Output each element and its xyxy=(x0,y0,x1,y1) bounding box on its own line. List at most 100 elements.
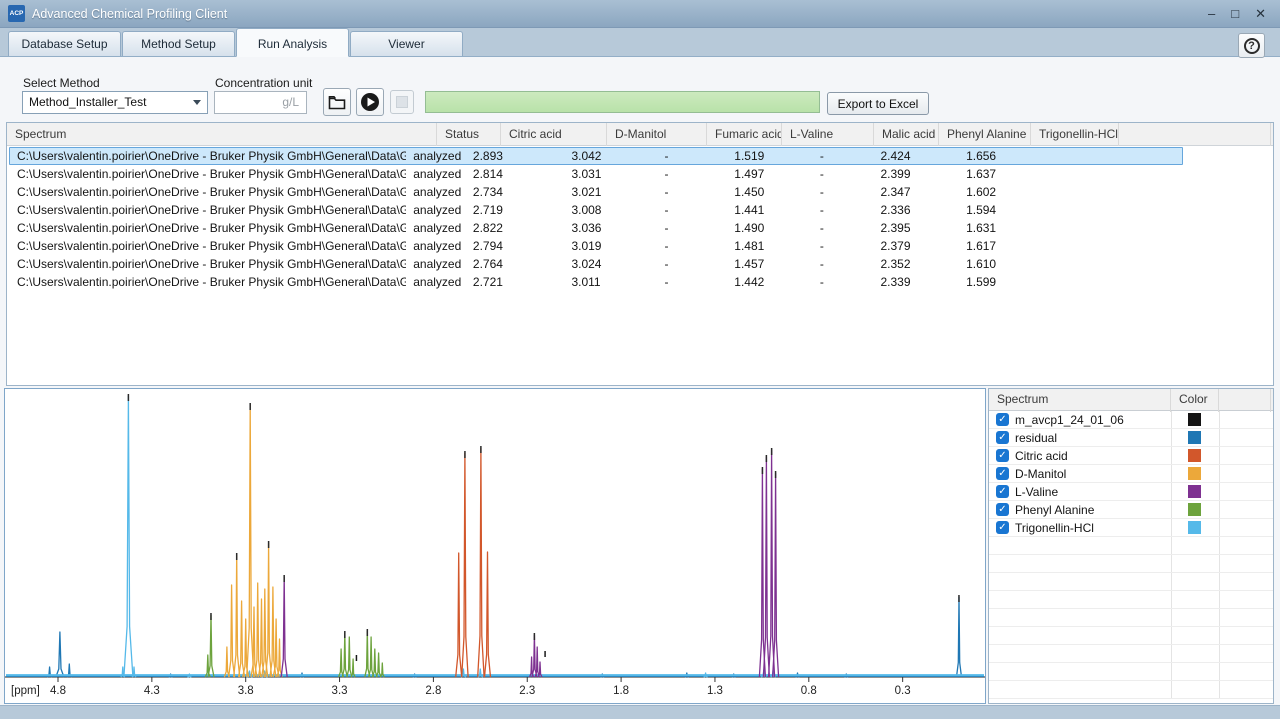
peak xyxy=(535,647,539,677)
table-row[interactable]: C:\Users\valentin.poirier\OneDrive - Bru… xyxy=(9,147,1183,165)
checkbox-checked-icon[interactable]: ✓ xyxy=(996,449,1009,462)
table-cell: 3.008 xyxy=(564,202,657,218)
stop-button[interactable] xyxy=(390,90,414,114)
spectrum-chart[interactable]: 4.84.33.83.32.82.31.81.30.80.3[ppm] xyxy=(5,389,985,703)
checkbox-checked-icon[interactable]: ✓ xyxy=(996,431,1009,444)
maximize-icon[interactable]: □ xyxy=(1231,0,1239,28)
table-cell: 1.457 xyxy=(727,256,813,272)
table-cell: analyzed xyxy=(406,238,466,254)
legend-column-header-color[interactable]: Color xyxy=(1171,389,1219,412)
table-cell: 1.519 xyxy=(727,148,813,164)
legend-row[interactable]: ✓Trigonellin-HCl xyxy=(989,519,1273,537)
open-folder-button[interactable] xyxy=(323,88,351,116)
checkbox-checked-icon[interactable]: ✓ xyxy=(996,413,1009,426)
column-header-citric-acid[interactable]: Citric acid xyxy=(501,123,607,146)
table-cell: 2.822 xyxy=(466,220,565,236)
legend-column-header-spectrum[interactable]: Spectrum xyxy=(989,389,1171,412)
peak xyxy=(234,555,240,677)
table-row[interactable]: C:\Users\valentin.poirier\OneDrive - Bru… xyxy=(9,237,1183,255)
column-header-blank[interactable] xyxy=(1119,123,1271,146)
table-cell: 3.024 xyxy=(564,256,657,272)
table-row[interactable]: C:\Users\valentin.poirier\OneDrive - Bru… xyxy=(9,165,1183,183)
table-cell: - xyxy=(813,202,874,218)
table-row[interactable]: C:\Users\valentin.poirier\OneDrive - Bru… xyxy=(9,219,1183,237)
legend-row[interactable]: ✓L-Valine xyxy=(989,483,1273,501)
legend-body: ✓m_avcp1_24_01_06✓residual✓Citric acid✓D… xyxy=(989,411,1273,699)
column-header-l-valine[interactable]: L-Valine xyxy=(782,123,874,146)
tab-method-setup[interactable]: Method Setup xyxy=(122,31,235,56)
column-divider xyxy=(1171,483,1172,500)
x-axis-tick-label: 4.3 xyxy=(144,685,160,697)
help-icon: ? xyxy=(1244,38,1260,54)
table-cell: 1.617 xyxy=(959,238,1041,254)
legend-row[interactable]: ✓D-Manitol xyxy=(989,465,1273,483)
table-cell: analyzed xyxy=(406,202,466,218)
color-swatch xyxy=(1188,431,1201,444)
column-divider xyxy=(1171,627,1172,644)
table-row[interactable]: C:\Users\valentin.poirier\OneDrive - Bru… xyxy=(9,273,1183,291)
checkbox-checked-icon[interactable]: ✓ xyxy=(996,467,1009,480)
legend-row[interactable]: ✓Phenyl Alanine xyxy=(989,501,1273,519)
column-header-fumaric-acid[interactable]: Fumaric acid xyxy=(707,123,782,146)
tab-viewer[interactable]: Viewer xyxy=(350,31,463,56)
table-row[interactable]: C:\Users\valentin.poirier\OneDrive - Bru… xyxy=(9,255,1183,273)
legend-row[interactable]: ✓ m_avcp1_24_01_06 xyxy=(989,411,1273,429)
table-cell: 3.042 xyxy=(564,148,657,164)
peak xyxy=(239,601,245,677)
run-analysis-button[interactable] xyxy=(356,88,384,116)
column-header-d-manitol[interactable]: D-Manitol xyxy=(607,123,707,146)
minimize-icon[interactable]: – xyxy=(1208,0,1215,28)
export-to-excel-button[interactable]: Export to Excel xyxy=(827,92,929,115)
help-button[interactable]: ? xyxy=(1238,33,1265,58)
column-header-status[interactable]: Status xyxy=(437,123,501,146)
table-cell: 3.021 xyxy=(564,184,657,200)
tab-run-analysis[interactable]: Run Analysis xyxy=(236,28,349,57)
table-cell xyxy=(1041,166,1182,182)
legend-row[interactable]: ✓residual xyxy=(989,429,1273,447)
checkbox-checked-icon[interactable]: ✓ xyxy=(996,503,1009,516)
tab-database-setup[interactable]: Database Setup xyxy=(8,31,121,56)
table-cell: 3.036 xyxy=(564,220,657,236)
peak xyxy=(247,405,254,677)
method-combobox[interactable]: Method_Installer_Test xyxy=(22,91,208,114)
table-cell: - xyxy=(657,202,727,218)
x-axis-tick-label: 4.8 xyxy=(50,685,66,697)
table-cell: 1.656 xyxy=(959,148,1041,164)
tab-bar: Database SetupMethod SetupRun AnalysisVi… xyxy=(0,28,1280,57)
table-cell: 1.631 xyxy=(959,220,1041,236)
table-cell: - xyxy=(813,238,874,254)
results-table-body: C:\Users\valentin.poirier\OneDrive - Bru… xyxy=(7,147,1273,291)
column-divider xyxy=(1171,519,1172,536)
legend-column-header-blank[interactable] xyxy=(1219,389,1271,412)
legend-row[interactable]: ✓ Citric acid xyxy=(989,447,1273,465)
checkbox-checked-icon[interactable]: ✓ xyxy=(996,485,1009,498)
table-cell: analyzed xyxy=(406,274,466,290)
series-d-manitol xyxy=(224,403,282,677)
table-cell: 2.347 xyxy=(874,184,960,200)
column-header-trigonellin-hcl[interactable]: Trigonellin-HCl xyxy=(1031,123,1119,146)
column-header-phenyl-alanine[interactable]: Phenyl Alanine xyxy=(939,123,1031,146)
column-divider xyxy=(1171,537,1172,554)
legend-series-label: m_avcp1_24_01_06 xyxy=(1015,411,1124,429)
legend-series-label: Citric acid xyxy=(1015,447,1068,465)
peak xyxy=(342,633,347,677)
table-row[interactable]: C:\Users\valentin.poirier\OneDrive - Bru… xyxy=(9,183,1183,201)
spectrum-chart-panel[interactable]: 4.84.33.83.32.82.31.81.30.80.3[ppm] xyxy=(4,388,986,704)
checkbox-checked-icon[interactable]: ✓ xyxy=(996,521,1009,534)
table-row[interactable]: C:\Users\valentin.poirier\OneDrive - Bru… xyxy=(9,201,1183,219)
table-cell: 1.610 xyxy=(959,256,1041,272)
column-header-spectrum[interactable]: Spectrum xyxy=(7,123,437,146)
x-axis-tick-label: 2.8 xyxy=(425,685,441,697)
concentration-unit-input[interactable]: g/L xyxy=(214,91,307,114)
table-cell: analyzed xyxy=(406,184,466,200)
window-title: Advanced Chemical Profiling Client xyxy=(32,7,227,21)
table-cell: analyzed xyxy=(406,166,466,182)
peak xyxy=(229,585,235,677)
close-icon[interactable]: ✕ xyxy=(1255,0,1266,28)
table-cell: C:\Users\valentin.poirier\OneDrive - Bru… xyxy=(10,148,406,164)
table-cell: 2.814 xyxy=(466,166,565,182)
column-header-malic-acid[interactable]: Malic acid xyxy=(874,123,939,146)
table-cell: 2.424 xyxy=(874,148,960,164)
series-trigonellin-hcl xyxy=(6,394,984,677)
legend-empty-row xyxy=(989,663,1273,681)
